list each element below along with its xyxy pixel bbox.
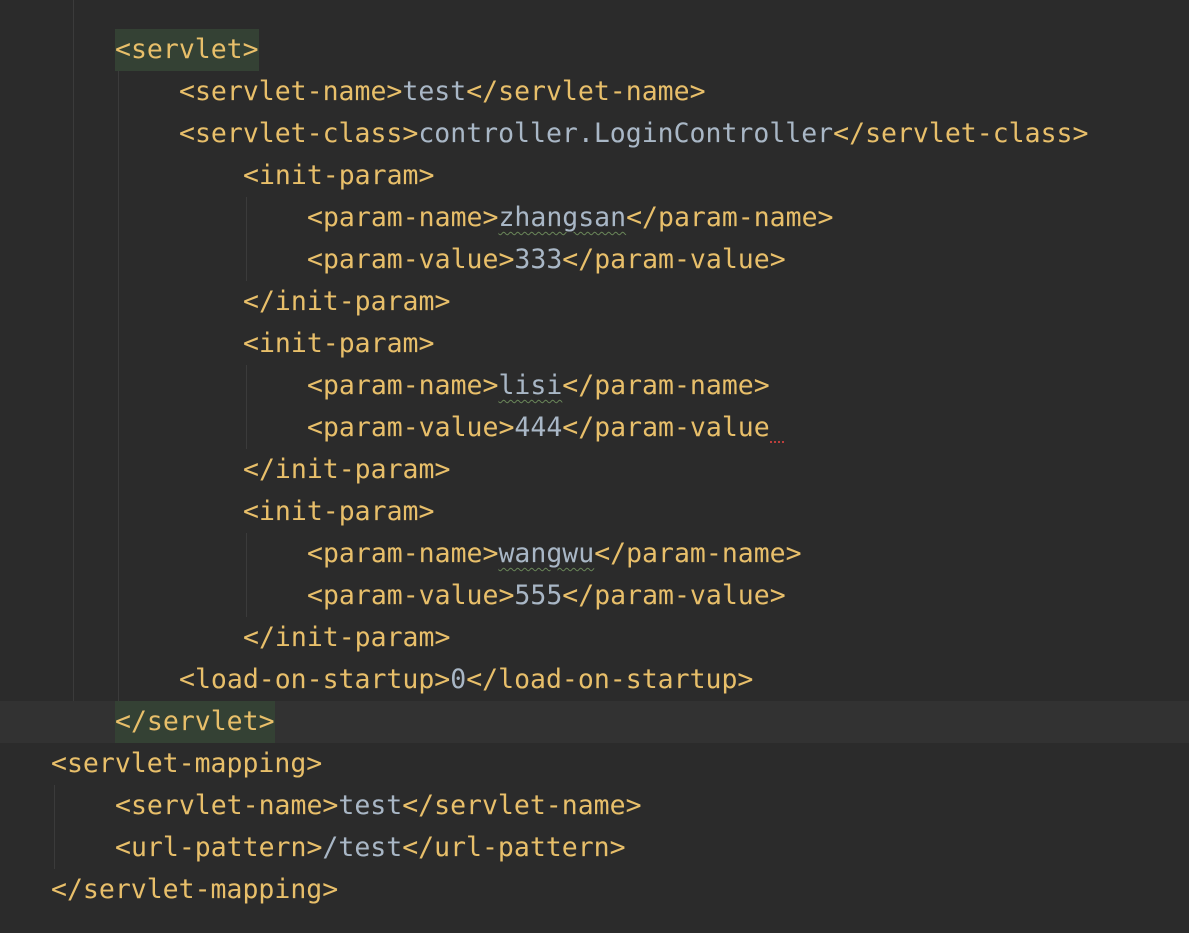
xml-tag: <init-param> xyxy=(243,160,435,191)
xml-tag: </url-pattern> xyxy=(402,832,626,863)
xml-tag: </servlet> xyxy=(115,701,275,743)
code-line[interactable]: <param-value>444</param-value xyxy=(0,407,1189,449)
code-line[interactable]: <servlet-name>test</servlet-name> xyxy=(0,71,1189,113)
xml-tag: <servlet> xyxy=(115,29,259,71)
xml-text: test xyxy=(402,76,467,107)
xml-tag: </init-param> xyxy=(243,622,451,653)
code-line[interactable]: <param-value>555</param-value> xyxy=(0,575,1189,617)
code-line[interactable]: <servlet> xyxy=(0,29,1189,71)
code-line-content[interactable]: <servlet-mapping> xyxy=(51,743,322,785)
code-line-content[interactable]: <servlet> xyxy=(115,29,259,71)
code-line-content[interactable]: <param-name>zhangsan</param-name> xyxy=(307,197,834,239)
code-line-content[interactable]: <servlet-name>test</servlet-name> xyxy=(179,71,706,113)
xml-tag: </load-on-startup> xyxy=(466,664,754,695)
xml-tag: </param-value> xyxy=(562,244,786,275)
xml-tag: </param-name> xyxy=(562,370,770,401)
xml-text: test xyxy=(338,790,403,821)
xml-tag: <param-name> xyxy=(307,370,499,401)
xml-text: controller.LoginController xyxy=(418,118,834,149)
xml-tag: </init-param> xyxy=(243,286,451,317)
xml-tag: <param-value> xyxy=(307,580,515,611)
xml-tag: <servlet-class> xyxy=(179,118,419,149)
code-line[interactable]: <init-param> xyxy=(0,155,1189,197)
code-line[interactable]: </init-param> xyxy=(0,281,1189,323)
xml-tag: <load-on-startup> xyxy=(179,664,451,695)
xml-text: /test xyxy=(322,832,403,863)
code-line[interactable]: </init-param> xyxy=(0,617,1189,659)
xml-tag: <param-name> xyxy=(307,538,499,569)
code-line-content[interactable]: <param-name>wangwu</param-name> xyxy=(307,533,802,575)
code-line[interactable]: <url-pattern>/test</url-pattern> xyxy=(0,827,1189,869)
xml-tag: <servlet-mapping> xyxy=(51,748,323,779)
code-editor[interactable]: <servlet> <servlet-name>test</servlet-nam… xyxy=(0,0,1189,933)
xml-text: 0 xyxy=(450,664,467,695)
xml-tag: <init-param> xyxy=(243,496,435,527)
code-line[interactable]: <init-param> xyxy=(0,491,1189,533)
xml-tag: <init-param> xyxy=(243,328,435,359)
xml-tag: </param-value xyxy=(562,412,770,443)
code-line-content[interactable]: <param-value>555</param-value> xyxy=(307,575,786,617)
code-line[interactable]: <param-value>333</param-value> xyxy=(0,239,1189,281)
code-line-content[interactable]: </init-param> xyxy=(243,617,450,659)
code-line[interactable]: <servlet-mapping> xyxy=(0,743,1189,785)
code-line-content[interactable]: <load-on-startup>0</load-on-startup> xyxy=(179,659,753,701)
code-line[interactable]: <param-name>wangwu</param-name> xyxy=(0,533,1189,575)
code-line-content[interactable]: <param-value>444</param-value xyxy=(307,407,784,449)
code-line[interactable]: <param-name>zhangsan</param-name> xyxy=(0,197,1189,239)
code-line[interactable]: <load-on-startup>0</load-on-startup> xyxy=(0,659,1189,701)
xml-tag: </init-param> xyxy=(243,454,451,485)
code-line-content[interactable]: </servlet-mapping> xyxy=(51,869,338,911)
code-line-content[interactable]: <init-param> xyxy=(243,155,434,197)
code-line-content[interactable]: <servlet-name>test</servlet-name> xyxy=(115,785,642,827)
code-line[interactable]: </servlet-mapping> xyxy=(0,869,1189,911)
xml-tag: </servlet-name> xyxy=(466,76,706,107)
xml-text: zhangsan xyxy=(498,202,627,233)
xml-tag: </param-name> xyxy=(594,538,802,569)
code-line[interactable]: </servlet> xyxy=(0,701,1189,743)
code-line-content[interactable]: </servlet> xyxy=(115,701,275,743)
xml-tag: </param-value> xyxy=(562,580,786,611)
xml-tag: <servlet-name> xyxy=(115,790,339,821)
code-line-content[interactable]: </init-param> xyxy=(243,449,450,491)
xml-tag: </servlet-name> xyxy=(402,790,642,821)
xml-tag: <url-pattern> xyxy=(115,832,323,863)
xml-tag: <param-value> xyxy=(307,412,515,443)
xml-tag: </servlet-class> xyxy=(833,118,1089,149)
code-line[interactable]: <param-name>lisi</param-name> xyxy=(0,365,1189,407)
code-line-content[interactable]: <param-name>lisi</param-name> xyxy=(307,365,770,407)
code-line-content[interactable]: <servlet-class>controller.LoginControlle… xyxy=(179,113,1088,155)
xml-text: lisi xyxy=(498,370,563,401)
code-line-content[interactable]: <param-value>333</param-value> xyxy=(307,239,786,281)
xml-tag: </servlet-mapping> xyxy=(51,874,339,905)
xml-text: 333 xyxy=(514,244,563,275)
xml-tag: <param-name> xyxy=(307,202,499,233)
xml-text: 555 xyxy=(514,580,563,611)
code-line[interactable]: <servlet-class>controller.LoginControlle… xyxy=(0,113,1189,155)
code-line[interactable]: </init-param> xyxy=(0,449,1189,491)
xml-tag: <servlet-name> xyxy=(179,76,403,107)
code-line[interactable]: <init-param> xyxy=(0,323,1189,365)
xml-tag: <param-value> xyxy=(307,244,515,275)
xml-text: 444 xyxy=(514,412,563,443)
code-line-content[interactable]: <init-param> xyxy=(243,491,434,533)
xml-text: wangwu xyxy=(498,538,595,569)
code-line-content[interactable]: <init-param> xyxy=(243,323,434,365)
code-line-content[interactable]: <url-pattern>/test</url-pattern> xyxy=(115,827,626,869)
code-line[interactable]: <servlet-name>test</servlet-name> xyxy=(0,785,1189,827)
xml-tag: </param-name> xyxy=(626,202,834,233)
error-marker-icon xyxy=(769,407,784,449)
code-line-content[interactable]: </init-param> xyxy=(243,281,450,323)
